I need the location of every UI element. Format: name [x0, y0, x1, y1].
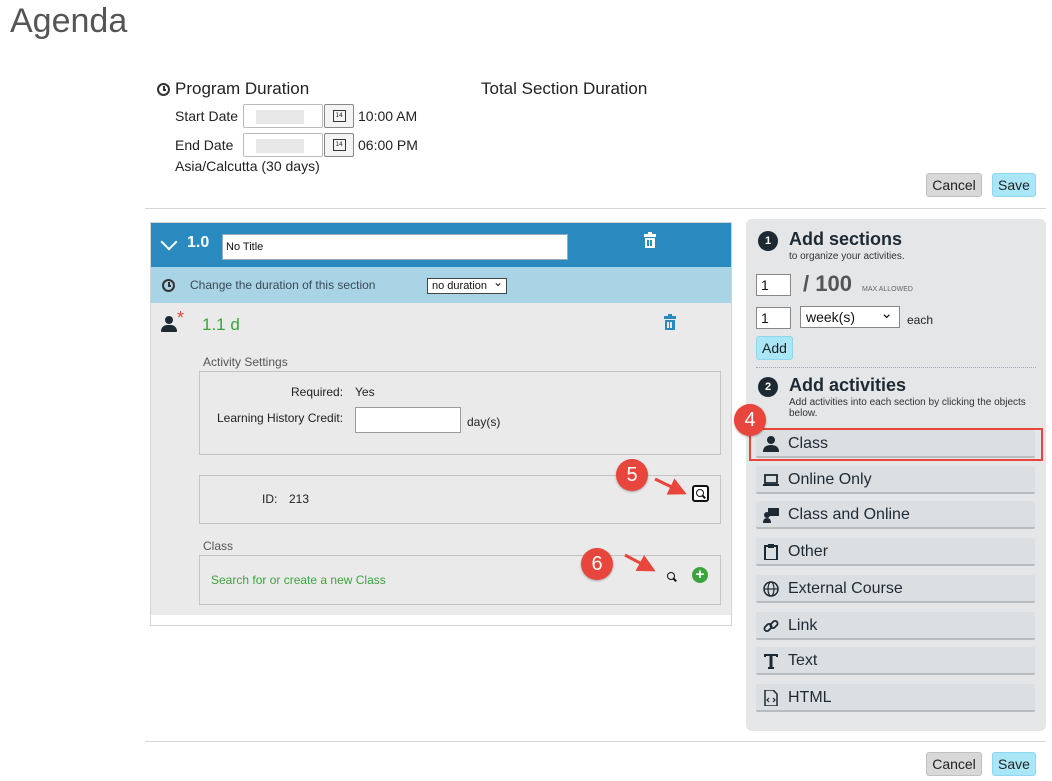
start-date-label: Start Date — [175, 108, 239, 124]
activity-label: External Course — [788, 580, 903, 597]
lhc-label: Learning History Credit: — [217, 411, 344, 425]
person-icon — [161, 316, 177, 332]
lhc-unit: day(s) — [467, 415, 501, 429]
add-html-button[interactable]: HTML — [756, 684, 1035, 712]
person-screen-icon — [763, 507, 779, 523]
laptop-icon — [763, 472, 779, 488]
calendar-icon: 14 — [332, 110, 346, 122]
callout-5: 5 — [616, 459, 648, 491]
class-search-link[interactable]: Search for or create a new Class — [211, 573, 386, 587]
add-class-icon[interactable]: + — [692, 567, 708, 583]
start-date-input[interactable] — [243, 104, 323, 128]
lhc-input[interactable] — [355, 407, 461, 433]
duration-select[interactable]: no duration — [427, 275, 507, 294]
calendar-icon: 14 — [332, 139, 346, 151]
activity-label: Class and Online — [788, 506, 910, 523]
clock-icon — [162, 279, 175, 292]
add-text-button[interactable]: Text — [756, 647, 1035, 675]
duration-value-input[interactable]: 1 — [756, 307, 791, 329]
divider-bottom — [145, 741, 1046, 742]
start-date-calendar-button[interactable]: 14 — [324, 104, 354, 128]
activity-label: Link — [788, 617, 818, 634]
step-1-badge: 1 — [758, 231, 778, 251]
save-button-top[interactable]: Save — [992, 173, 1036, 197]
max-allowed-note: MAX ALLOWED — [862, 286, 913, 293]
activity-label: Text — [788, 652, 818, 669]
program-duration-label: Program Duration — [175, 79, 310, 98]
html-file-icon — [763, 689, 779, 707]
activity-name[interactable]: 1.1 d — [202, 315, 240, 335]
timezone-text: Asia/Calcutta (30 days) — [175, 158, 320, 174]
activity-label: Other — [788, 543, 829, 560]
add-external-course-button[interactable]: External Course — [756, 575, 1035, 603]
add-section-button[interactable]: Add — [756, 336, 793, 360]
add-online-only-button[interactable]: Online Only — [756, 466, 1035, 494]
step-1-title: Add sections — [789, 229, 903, 249]
end-date-calendar-button[interactable]: 14 — [324, 133, 354, 157]
callout-4: 4 — [734, 404, 766, 436]
add-link-button[interactable]: Link — [756, 612, 1035, 640]
start-time: 10:00 AM — [358, 108, 418, 124]
save-button-bottom[interactable]: Save — [992, 752, 1036, 776]
separator — [756, 367, 1036, 368]
duration-unit-select[interactable]: week(s) — [800, 304, 900, 328]
activity-label: HTML — [788, 689, 832, 706]
clipboard-icon — [763, 544, 779, 561]
activity-settings-label: Activity Settings — [203, 355, 288, 369]
max-count: / 100 — [803, 271, 852, 296]
end-time: 06:00 PM — [358, 137, 418, 153]
class-highlight-box — [749, 428, 1043, 461]
end-date-input[interactable] — [243, 133, 323, 157]
required-value: Yes — [355, 385, 375, 399]
each-label: each — [907, 313, 934, 327]
trash-icon[interactable] — [644, 232, 656, 248]
cancel-button-top[interactable]: Cancel — [926, 173, 982, 197]
lookup-button[interactable] — [692, 485, 709, 502]
step-2-title: Add activities — [789, 375, 907, 395]
required-asterisk: * — [177, 308, 185, 328]
id-label: ID: — [262, 492, 278, 506]
section-title-input[interactable]: No Title — [222, 234, 568, 260]
end-date-label: End Date — [175, 137, 234, 153]
step-2-badge: 2 — [758, 377, 778, 397]
search-icon[interactable] — [667, 572, 676, 581]
page-title: Agenda — [10, 2, 128, 40]
globe-icon — [763, 581, 779, 597]
text-icon — [763, 653, 779, 669]
cancel-button-bottom[interactable]: Cancel — [926, 752, 982, 776]
divider-top — [145, 208, 1046, 209]
total-section-duration-label: Total Section Duration — [481, 79, 648, 98]
step-1-subtitle: to organize your activities. — [789, 251, 905, 262]
id-value: 213 — [289, 492, 310, 506]
clock-icon — [157, 83, 170, 96]
required-label: Required: — [291, 385, 344, 399]
add-class-and-online-button[interactable]: Class and Online — [756, 501, 1035, 529]
link-icon — [763, 618, 779, 634]
add-other-button[interactable]: Other — [756, 538, 1035, 566]
activity-label: Online Only — [788, 471, 872, 488]
callout-6: 6 — [581, 548, 613, 580]
search-icon — [696, 489, 705, 498]
class-label: Class — [203, 539, 234, 553]
section-number: 1.0 — [187, 234, 210, 251]
trash-icon[interactable] — [664, 314, 676, 330]
duration-prompt: Change the duration of this section — [190, 278, 376, 292]
section-count-input[interactable]: 1 — [756, 274, 791, 296]
step-2-subtitle: Add activities into each section by clic… — [789, 397, 1026, 419]
